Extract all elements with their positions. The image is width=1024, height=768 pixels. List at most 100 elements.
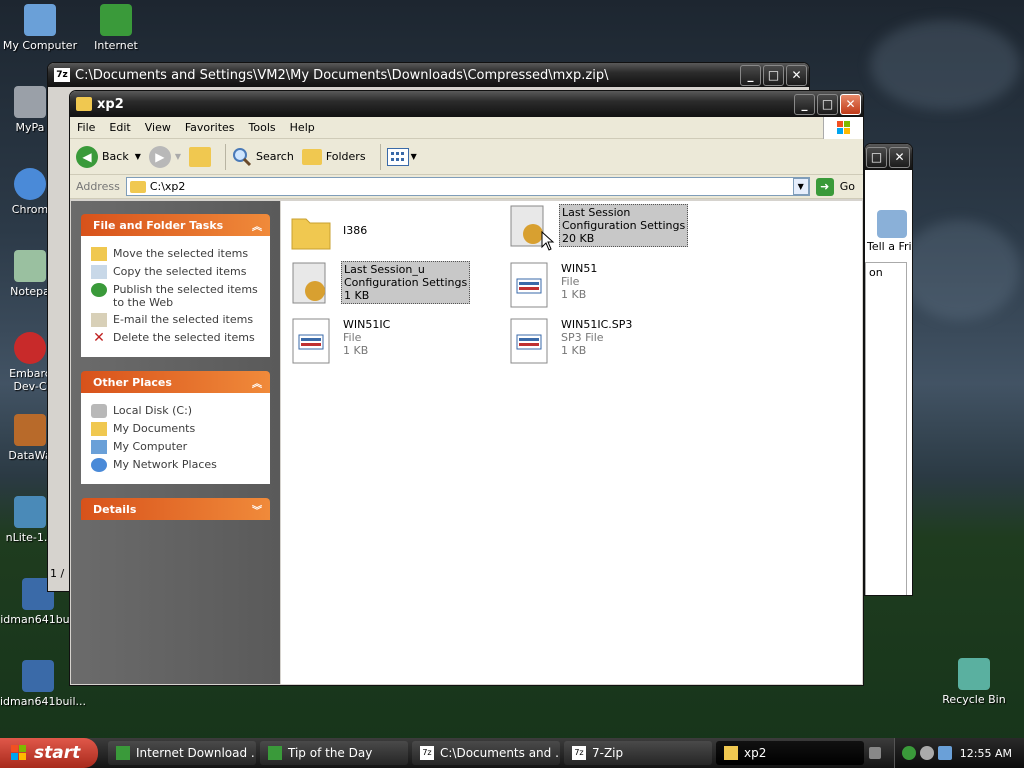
chevron-down-icon[interactable]: ▼ bbox=[792, 178, 809, 195]
menu-help[interactable]: Help bbox=[283, 121, 322, 134]
search-icon bbox=[232, 147, 252, 167]
file-item[interactable]: Last Session Configuration Settings 20 K… bbox=[507, 204, 707, 252]
close-button[interactable]: ✕ bbox=[840, 93, 861, 115]
file-item[interactable]: I386 bbox=[289, 209, 489, 257]
back-button[interactable]: ◀ Back ▼ bbox=[76, 145, 141, 168]
go-button[interactable]: ➜ Go bbox=[815, 177, 855, 196]
place-network[interactable]: My Network Places bbox=[91, 458, 260, 472]
views-icon bbox=[386, 147, 409, 166]
7zip-icon: 7z bbox=[572, 746, 586, 760]
panel-body: Local Disk (C:) My Documents My Computer… bbox=[81, 393, 270, 484]
start-button[interactable]: start bbox=[0, 738, 98, 768]
file-item[interactable]: WIN51IC.SP3 SP3 File 1 KB bbox=[507, 317, 707, 365]
file-item[interactable]: WIN51 File 1 KB bbox=[507, 261, 707, 309]
cloud bbox=[900, 220, 1020, 320]
place-label: My Network Places bbox=[113, 458, 217, 471]
maximize-button[interactable]: □ bbox=[817, 93, 838, 115]
column-header[interactable]: on bbox=[866, 263, 906, 282]
menu-tools[interactable]: Tools bbox=[242, 121, 283, 134]
panel-header[interactable]: File and Folder Tasks ︽ bbox=[81, 214, 270, 236]
search-button[interactable]: Search bbox=[232, 147, 294, 167]
config-settings-icon bbox=[289, 261, 337, 309]
window-titlebar[interactable]: 7z C:\Documents and Settings\VM2\My Docu… bbox=[48, 63, 809, 87]
chevron-up-icon[interactable]: ︽ bbox=[252, 218, 262, 233]
keyboard-icon[interactable] bbox=[869, 747, 881, 759]
network-tray-icon[interactable] bbox=[901, 746, 916, 760]
menu-bar: File Edit View Favorites Tools Help bbox=[70, 117, 863, 139]
window-body: Tell a Frie on > bbox=[865, 170, 912, 595]
file-folder-tasks-panel: File and Folder Tasks ︽ Move the selecte… bbox=[81, 214, 270, 357]
task-move[interactable]: Move the selected items bbox=[91, 247, 260, 261]
close-button[interactable]: ✕ bbox=[889, 146, 910, 168]
taskbar-item-idm[interactable]: Internet Download ... bbox=[108, 741, 256, 765]
taskbar-item-xp2[interactable]: xp2 bbox=[716, 741, 864, 765]
idm-icon bbox=[100, 4, 132, 36]
task-publish[interactable]: Publish the selected items to the Web bbox=[91, 283, 260, 309]
folder-icon bbox=[129, 180, 146, 193]
maximize-button[interactable]: □ bbox=[763, 64, 784, 86]
file-type: File bbox=[343, 331, 362, 344]
volume-icon[interactable] bbox=[937, 746, 952, 760]
task-label: Copy the selected items bbox=[113, 265, 247, 278]
file-name: Last Session bbox=[562, 206, 631, 219]
task-delete[interactable]: ✕ Delete the selected items bbox=[91, 331, 260, 345]
address-label: Address bbox=[76, 180, 120, 193]
menu-edit[interactable]: Edit bbox=[102, 121, 137, 134]
desktop-icon-recycle-bin[interactable]: Recycle Bin bbox=[934, 658, 1014, 706]
maximize-button[interactable]: □ bbox=[866, 146, 887, 168]
views-button[interactable]: ▼ bbox=[386, 147, 417, 166]
taskbar-item-7zip[interactable]: 7z 7-Zip bbox=[564, 741, 712, 765]
desktop-icon-internet-download[interactable]: Internet Downlo... bbox=[76, 4, 156, 51]
minimize-button[interactable]: _ bbox=[794, 93, 815, 115]
clock[interactable]: 12:55 AM bbox=[960, 747, 1012, 760]
chevron-down-icon[interactable]: ︾ bbox=[252, 502, 262, 517]
file-type: Configuration Settings bbox=[562, 219, 686, 232]
move-icon bbox=[91, 247, 107, 261]
explorer-window[interactable]: xp2 _ □ ✕ File Edit View Favorites Tools… bbox=[69, 90, 864, 686]
file-name: Last Session_u bbox=[344, 263, 425, 276]
tray-icon[interactable] bbox=[919, 746, 934, 760]
close-button[interactable]: ✕ bbox=[786, 64, 807, 86]
file-item[interactable]: Last Session_u Configuration Settings 1 … bbox=[289, 261, 489, 309]
folders-button[interactable]: Folders bbox=[301, 148, 366, 165]
7zip-icon: 7z bbox=[420, 746, 434, 760]
forward-button[interactable]: ▶ ▼ bbox=[148, 145, 181, 168]
menu-view[interactable]: View bbox=[138, 121, 178, 134]
task-label: Move the selected items bbox=[113, 247, 249, 260]
tell-a-friend-link[interactable]: Tell a Frie bbox=[867, 240, 912, 253]
desktop-icon-idman-2[interactable]: idman641buil... bbox=[0, 660, 87, 708]
task-email[interactable]: E-mail the selected items bbox=[91, 313, 260, 327]
list-view[interactable]: on bbox=[865, 262, 907, 595]
background-window-right[interactable]: □ ✕ Tell a Frie on > bbox=[864, 143, 913, 596]
window-titlebar[interactable]: xp2 _ □ ✕ bbox=[70, 91, 863, 117]
place-my-computer[interactable]: My Computer bbox=[91, 440, 260, 454]
taskbar-item-7zip-path[interactable]: 7z C:\Documents and ... bbox=[412, 741, 560, 765]
chevron-up-icon[interactable]: ︽ bbox=[252, 375, 262, 390]
task-copy[interactable]: Copy the selected items bbox=[91, 265, 260, 279]
panel-header[interactable]: Details ︾ bbox=[81, 498, 270, 520]
window-titlebar[interactable]: □ ✕ bbox=[865, 144, 912, 170]
place-local-disk[interactable]: Local Disk (C:) bbox=[91, 404, 260, 418]
folder-icon bbox=[76, 97, 92, 111]
menu-favorites[interactable]: Favorites bbox=[178, 121, 242, 134]
address-input[interactable]: C:\xp2 ▼ bbox=[125, 177, 810, 196]
chevron-down-icon[interactable]: ▼ bbox=[135, 152, 141, 161]
place-my-documents[interactable]: My Documents bbox=[91, 422, 260, 436]
file-item[interactable]: WIN51IC File 1 KB bbox=[289, 317, 489, 365]
menu-file[interactable]: File bbox=[70, 121, 102, 134]
desktop-icon-label: idman641buil... bbox=[0, 695, 87, 708]
minimize-button[interactable]: _ bbox=[740, 64, 761, 86]
task-label: Publish the selected items to the Web bbox=[113, 283, 258, 309]
task-label: E-mail the selected items bbox=[113, 313, 254, 326]
task-pane: File and Folder Tasks ︽ Move the selecte… bbox=[71, 201, 280, 684]
panel-header[interactable]: Other Places ︽ bbox=[81, 371, 270, 393]
installer-icon bbox=[22, 660, 54, 692]
other-places-panel: Other Places ︽ Local Disk (C:) My Docume… bbox=[81, 371, 270, 484]
desktop-icon-my-computer[interactable]: My Computer bbox=[0, 4, 80, 52]
up-folder-button[interactable] bbox=[189, 146, 212, 167]
taskbar-item-tip[interactable]: Tip of the Day bbox=[260, 741, 408, 765]
file-list[interactable]: I386 Last Session Configuration Settings… bbox=[281, 201, 862, 684]
generic-file-icon bbox=[507, 317, 555, 365]
app-icon bbox=[14, 86, 46, 118]
forward-arrow-icon: ▶ bbox=[148, 145, 171, 168]
